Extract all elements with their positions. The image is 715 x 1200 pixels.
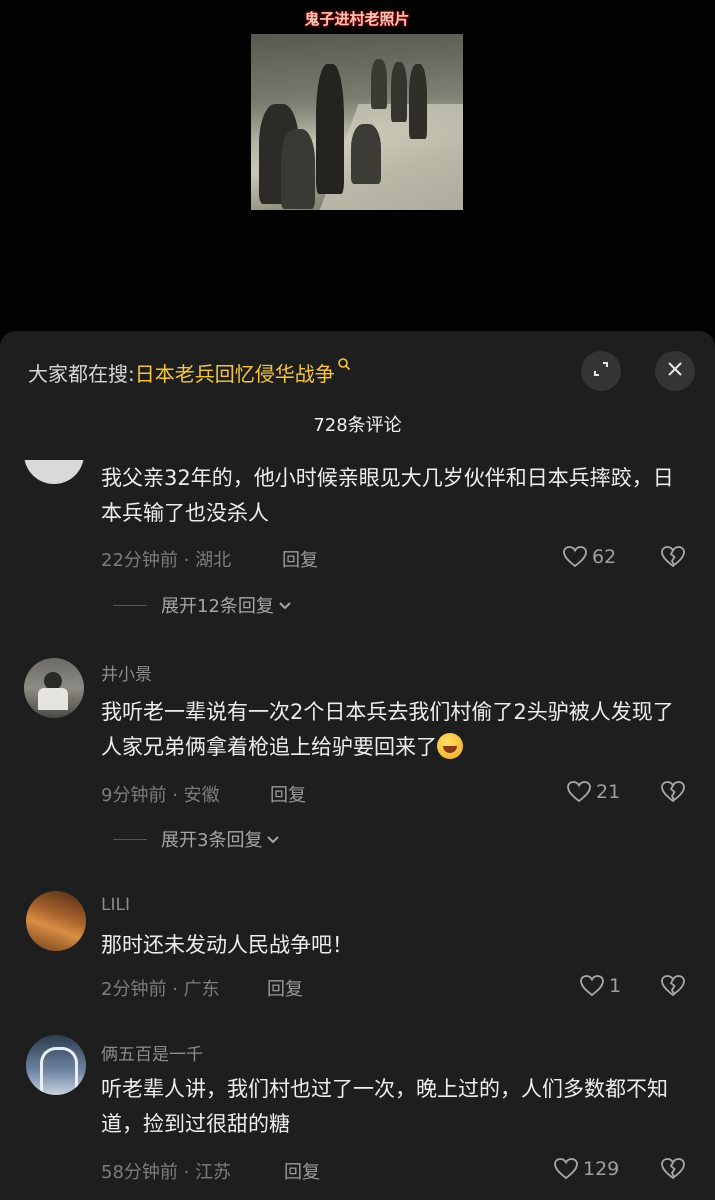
like-button[interactable]: 62 bbox=[562, 545, 616, 569]
laughing-crying-emoji-icon bbox=[437, 733, 463, 759]
collapse-icon bbox=[591, 359, 611, 383]
broken-heart-icon bbox=[661, 546, 685, 568]
chevron-down-icon bbox=[266, 829, 280, 850]
comment-meta: 9分钟前 · 安徽 bbox=[101, 785, 220, 806]
video-caption: 鬼子进村老照片 bbox=[304, 10, 410, 28]
suggested-search-term[interactable]: 日本老兵回忆侵华战争 bbox=[135, 358, 335, 387]
comment-text: 听老辈人讲，我们村也过了一次，晚上过的，人们多数都不知道，捡到过很甜的糖 bbox=[101, 1077, 668, 1136]
dislike-button[interactable] bbox=[660, 1157, 686, 1185]
avatar[interactable] bbox=[26, 891, 86, 951]
expand-replies-label: 展开12条回复 bbox=[161, 596, 274, 617]
username[interactable]: 俩五百是一千 bbox=[101, 1040, 203, 1065]
broken-heart-icon bbox=[661, 975, 685, 997]
comment-count-title: 728条评论 bbox=[313, 415, 402, 436]
dislike-button[interactable] bbox=[660, 545, 686, 573]
reply-button[interactable]: 回复 bbox=[284, 1158, 320, 1184]
reply-button[interactable]: 回复 bbox=[270, 781, 306, 807]
comment-text: 我父亲32年的，他小时候亲眼见大几岁伙伴和日本兵摔跤，日本兵输了也没杀人 bbox=[101, 466, 674, 525]
heart-icon bbox=[580, 975, 604, 997]
like-button[interactable]: 21 bbox=[566, 780, 620, 804]
username[interactable]: LILI bbox=[101, 895, 130, 915]
close-icon bbox=[665, 359, 685, 383]
like-count: 62 bbox=[592, 546, 617, 568]
broken-heart-icon bbox=[661, 781, 685, 803]
expand-replies-label: 展开3条回复 bbox=[161, 830, 263, 851]
comment-meta: 22分钟前 · 湖北 bbox=[101, 550, 232, 571]
comment-text: 那时还未发动人民战争吧！ bbox=[101, 933, 353, 957]
avatar[interactable] bbox=[24, 658, 84, 718]
video-player[interactable]: 鬼子进村老照片 bbox=[0, 0, 715, 340]
username[interactable]: 井小景 bbox=[101, 660, 152, 685]
broken-heart-icon bbox=[661, 1158, 685, 1180]
comment-meta: 58分钟前 · 江苏 bbox=[101, 1162, 232, 1183]
heart-icon bbox=[563, 546, 587, 568]
expand-replies-button[interactable]: 展开3条回复 bbox=[113, 826, 280, 852]
dislike-button[interactable] bbox=[660, 974, 686, 1002]
like-button[interactable]: 1 bbox=[579, 974, 621, 998]
like-button[interactable]: 129 bbox=[553, 1157, 619, 1181]
search-icon bbox=[337, 357, 351, 375]
close-button[interactable] bbox=[655, 351, 695, 391]
suggested-search[interactable]: 大家都在搜: 日本老兵回忆侵华战争 bbox=[28, 356, 351, 388]
collapse-button[interactable] bbox=[581, 351, 621, 391]
heart-icon bbox=[554, 1158, 578, 1180]
like-count: 129 bbox=[583, 1158, 620, 1180]
heart-icon bbox=[567, 781, 591, 803]
comment-text: 我听老一辈说有一次2个日本兵去我们村偷了2头驴被人发现了人家兄弟俩拿着枪追上给驴… bbox=[101, 700, 674, 759]
like-count: 1 bbox=[609, 975, 622, 997]
video-frame-photo bbox=[251, 34, 463, 210]
reply-button[interactable]: 回复 bbox=[267, 975, 303, 1001]
avatar[interactable] bbox=[26, 1035, 86, 1095]
like-count: 21 bbox=[596, 781, 621, 803]
comment-meta: 2分钟前 · 广东 bbox=[101, 979, 220, 1000]
expand-replies-button[interactable]: 展开12条回复 bbox=[113, 592, 292, 618]
suggested-search-prefix: 大家都在搜: bbox=[28, 361, 135, 386]
reply-button[interactable]: 回复 bbox=[282, 546, 318, 572]
dislike-button[interactable] bbox=[660, 780, 686, 808]
chevron-down-icon bbox=[278, 595, 292, 616]
